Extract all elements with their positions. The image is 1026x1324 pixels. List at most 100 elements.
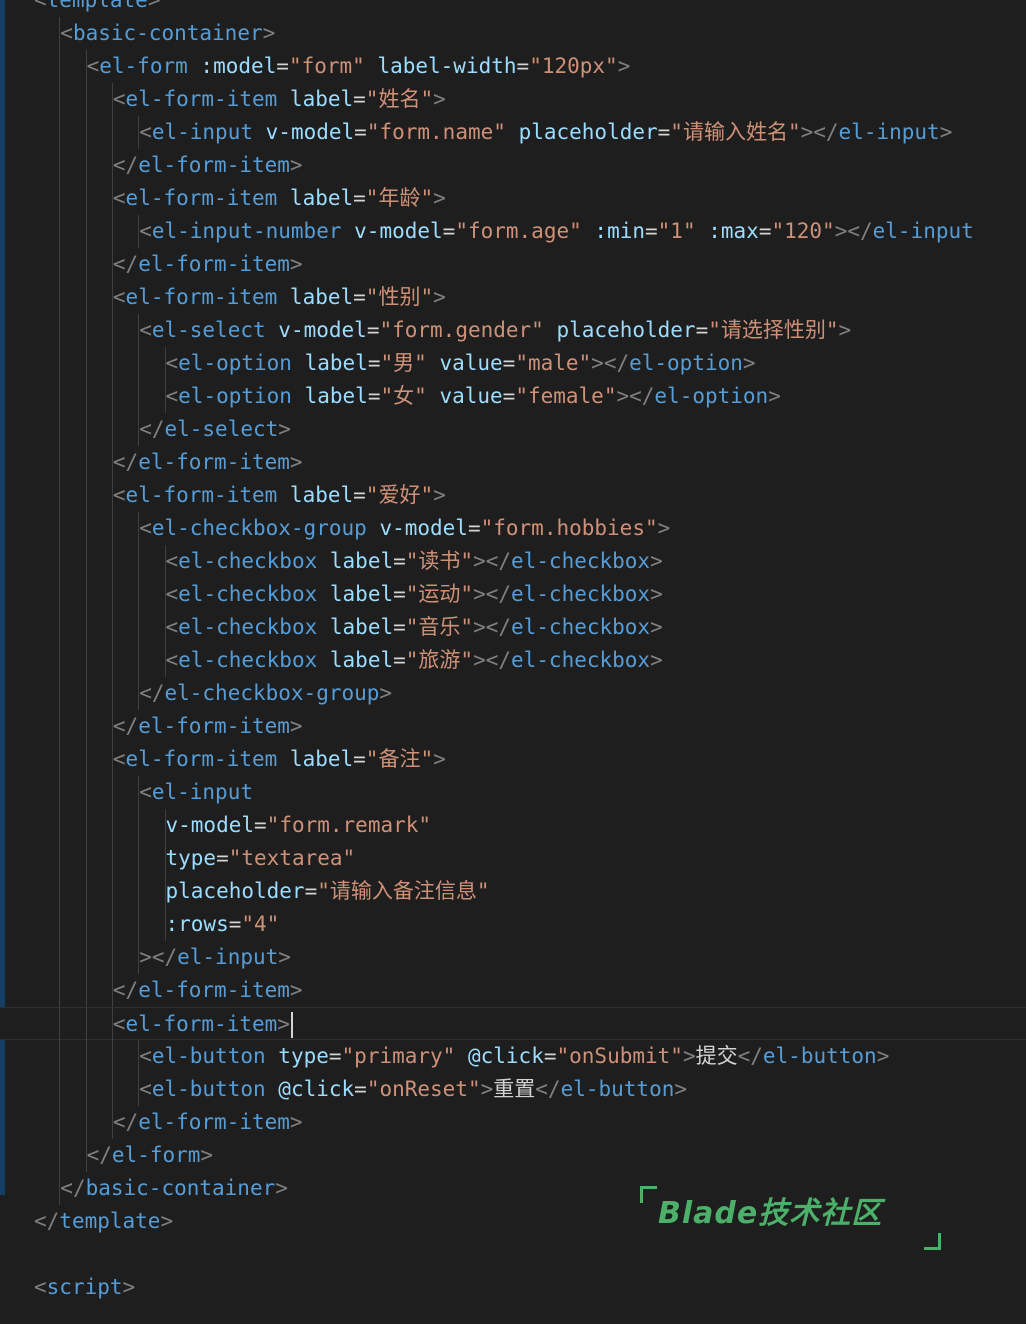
code-line[interactable]: </el-form-item> (0, 1106, 1026, 1139)
code-token: = (353, 483, 366, 507)
code-token: = (353, 186, 366, 210)
code-token: = (645, 219, 658, 243)
indent-guide (85, 479, 87, 512)
code-token: 提交 (695, 1044, 738, 1068)
code-token: < (165, 351, 179, 375)
code-token: < (139, 780, 152, 804)
code-editor[interactable]: <template> <basic-container> <el-form :mod… (0, 0, 1026, 1324)
code-token: el-option (178, 384, 292, 408)
indent-guide (85, 809, 87, 842)
code-token: placeholder (165, 879, 305, 903)
indent-guide (111, 116, 113, 149)
code-line[interactable]: <el-checkbox label="旅游"></el-checkbox> (0, 644, 1026, 677)
code-line[interactable]: </el-form> (0, 1139, 1026, 1172)
code-token: > (433, 285, 446, 309)
code-line[interactable]: :rows="4" (0, 908, 1026, 941)
code-token: > (433, 747, 446, 771)
code-token: "form.name" (366, 120, 506, 144)
code-line[interactable]: ></el-input> (0, 941, 1026, 974)
code-token: = (695, 318, 709, 342)
code-line[interactable]: </el-form-item> (0, 446, 1026, 479)
code-line[interactable]: </el-form-item> (0, 248, 1026, 281)
indent-guide (85, 776, 87, 809)
indent-guide (111, 347, 113, 380)
code-text: <el-button @click="onReset">重置</el-butto… (139, 1073, 687, 1106)
code-line[interactable]: </el-select> (0, 413, 1026, 446)
indent-guide (59, 743, 61, 776)
indent-guide (59, 512, 61, 545)
code-line[interactable]: <el-select v-model="form.gender" placeho… (0, 314, 1026, 347)
code-line[interactable]: <el-form-item label="性别"> (0, 281, 1026, 314)
code-line[interactable]: <el-button @click="onReset">重置</el-butto… (0, 1073, 1026, 1106)
code-token: </ (86, 1143, 112, 1167)
code-line[interactable]: <el-option label="男" value="male"></el-o… (0, 347, 1026, 380)
code-line[interactable]: </el-form-item> (0, 149, 1026, 182)
code-line[interactable]: <el-form-item> (0, 1007, 1026, 1041)
code-token: ></ (616, 384, 655, 408)
code-token: el-form-item (125, 87, 278, 111)
indent-guide (59, 248, 61, 281)
code-line[interactable]: v-model="form.remark" (0, 809, 1026, 842)
indent-guide (85, 908, 87, 941)
code-line[interactable]: </el-checkbox-group> (0, 677, 1026, 710)
code-line[interactable]: <el-checkbox label="运动"></el-checkbox> (0, 578, 1026, 611)
code-text: </basic-container> (60, 1172, 288, 1205)
indent-guide (85, 83, 87, 116)
code-text: placeholder="请输入备注信息" (166, 875, 490, 908)
code-text: <el-checkbox label="读书"></el-checkbox> (166, 545, 663, 578)
code-token: = (304, 879, 318, 903)
code-token: > (277, 1012, 290, 1036)
code-token: </ (112, 1110, 139, 1134)
code-line[interactable]: <template> (0, 0, 1026, 17)
code-line[interactable]: <el-form :model="form" label-width="120p… (0, 50, 1026, 83)
code-token: template (46, 0, 148, 12)
watermark-open-bracket (640, 1186, 657, 1203)
code-line[interactable]: <el-checkbox-group v-model="form.hobbies… (0, 512, 1026, 545)
indent-guide (111, 809, 113, 842)
code-line[interactable]: <script> (0, 1271, 1026, 1304)
indent-guide (111, 842, 113, 875)
indent-guide (85, 974, 87, 1007)
code-line[interactable]: <el-form-item label="年龄"> (0, 182, 1026, 215)
indent-guide (111, 1040, 113, 1073)
code-token: "性别" (365, 285, 434, 309)
code-line[interactable]: <el-input v-model="form.name" placeholde… (0, 116, 1026, 149)
code-line[interactable]: type="textarea" (0, 842, 1026, 875)
code-token: < (60, 21, 73, 45)
code-line[interactable]: <el-checkbox label="音乐"></el-checkbox> (0, 611, 1026, 644)
code-text: <el-select v-model="form.gender" placeho… (139, 314, 851, 347)
code-line[interactable]: <el-form-item label="姓名"> (0, 83, 1026, 116)
code-line[interactable]: <el-option label="女" value="female"></el… (0, 380, 1026, 413)
code-line[interactable]: <el-input (0, 776, 1026, 809)
indent-guide (59, 83, 61, 116)
code-token: > (838, 318, 852, 342)
code-token: > (289, 153, 303, 177)
code-token: label (329, 582, 394, 606)
code-token: = (328, 1044, 342, 1068)
code-line[interactable]: </el-form-item> (0, 974, 1026, 1007)
code-token: value (439, 351, 503, 375)
code-line[interactable]: <el-form-item label="备注"> (0, 743, 1026, 776)
code-token: "请输入姓名" (670, 120, 801, 144)
code-token: > (289, 714, 303, 738)
code-token: < (86, 54, 100, 78)
code-line[interactable]: <el-form-item label="爱好"> (0, 479, 1026, 512)
code-token: label (329, 549, 394, 573)
code-line[interactable]: <el-input-number v-model="form.age" :min… (0, 215, 1026, 248)
code-line[interactable]: </el-form-item> (0, 710, 1026, 743)
code-token: "旅游" (405, 648, 474, 672)
code-token: el-form-item (125, 285, 278, 309)
code-line[interactable]: placeholder="请输入备注信息" (0, 875, 1026, 908)
code-line[interactable]: <basic-container> (0, 17, 1026, 50)
code-line[interactable]: <el-checkbox label="读书"></el-checkbox> (0, 545, 1026, 578)
code-token: > (200, 1143, 214, 1167)
indent-guide (111, 215, 113, 248)
code-line[interactable]: <el-button type="primary" @click="onSubm… (0, 1040, 1026, 1073)
indent-guide (85, 116, 87, 149)
code-text: </el-form-item> (113, 974, 303, 1007)
indent-guide (111, 413, 113, 446)
